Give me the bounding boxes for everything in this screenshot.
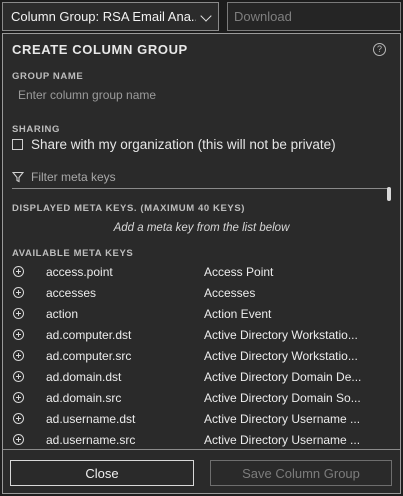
meta-key-row[interactable]: action Action Event <box>3 303 400 324</box>
meta-key: access.point <box>46 264 113 279</box>
meta-key-name: Active Directory Domain So... <box>204 390 361 405</box>
add-circle-icon[interactable] <box>13 371 24 382</box>
filter-icon <box>12 171 24 183</box>
add-circle-icon[interactable] <box>13 350 24 361</box>
filter-input[interactable] <box>31 170 371 184</box>
meta-key: ad.computer.dst <box>46 327 132 342</box>
create-column-group-dialog: CREATE COLUMN GROUP ? GROUP NAME SHARING… <box>2 33 401 494</box>
meta-key-row[interactable]: access.point Access Point <box>3 261 400 282</box>
meta-key-name: Active Directory Username ... <box>204 411 361 426</box>
meta-key-row[interactable]: ad.computer.src Active Directory Worksta… <box>3 345 400 366</box>
meta-key-row[interactable]: ad.domain.src Active Directory Domain So… <box>3 387 400 408</box>
meta-key-name: Active Directory Domain De... <box>204 369 362 384</box>
add-circle-icon[interactable] <box>13 287 24 298</box>
meta-key-row[interactable]: ad.domain.dst Active Directory Domain De… <box>3 366 400 387</box>
meta-key-name: Active Directory Workstatio... <box>204 327 358 342</box>
displayed-meta-keys-hint: Add a meta key from the list below <box>113 222 290 234</box>
meta-key-row[interactable]: ad.username.dst Active Directory Usernam… <box>3 408 400 429</box>
meta-key-name: Access Point <box>204 264 274 279</box>
meta-key-row[interactable]: ad.computer.dst Active Directory Worksta… <box>3 324 400 345</box>
meta-key: accesses <box>46 285 97 300</box>
save-column-group-button[interactable]: Save Column Group <box>210 460 392 486</box>
dialog-footer: Close Save Column Group <box>3 449 400 494</box>
meta-key: ad.username.src <box>46 432 136 447</box>
add-circle-icon[interactable] <box>13 308 24 319</box>
meta-key-name: Active Directory Username ... <box>204 432 361 447</box>
add-circle-icon[interactable] <box>13 392 24 403</box>
available-meta-keys-list: access.point Access Point accesses Acces… <box>3 261 400 447</box>
dialog-title: CREATE COLUMN GROUP <box>12 42 188 57</box>
add-circle-icon[interactable] <box>13 329 24 340</box>
download-placeholder: Download <box>234 9 292 24</box>
meta-key: ad.computer.src <box>46 348 132 363</box>
add-circle-icon[interactable] <box>13 413 24 424</box>
share-option[interactable]: Share with my organization (this will no… <box>12 137 336 152</box>
meta-key-name: Action Event <box>204 306 272 321</box>
close-button[interactable]: Close <box>10 460 194 486</box>
meta-key-row[interactable]: ad.username.src Active Directory Usernam… <box>3 429 400 447</box>
column-group-value: Column Group: RSA Email Ana... <box>11 9 196 24</box>
top-bar: Column Group: RSA Email Ana... Download <box>0 0 403 34</box>
download-field[interactable]: Download <box>227 2 401 31</box>
sharing-label: SHARING <box>12 124 61 135</box>
meta-key: ad.username.dst <box>46 411 136 426</box>
column-group-select[interactable]: Column Group: RSA Email Ana... <box>2 2 219 31</box>
meta-key: ad.domain.dst <box>46 369 122 384</box>
meta-key-name: Accesses <box>204 285 256 300</box>
meta-key-row[interactable]: accesses Accesses <box>3 282 400 303</box>
group-name-label: GROUP NAME <box>12 71 84 82</box>
available-meta-keys-label: AVAILABLE META KEYS <box>12 248 134 259</box>
meta-key: action <box>46 306 79 321</box>
share-checkbox[interactable] <box>12 139 23 150</box>
meta-key: ad.domain.src <box>46 390 122 405</box>
group-name-input[interactable] <box>12 83 387 107</box>
share-checkbox-label: Share with my organization (this will no… <box>31 137 336 152</box>
add-circle-icon[interactable] <box>13 434 24 445</box>
chevron-down-icon <box>200 10 212 22</box>
meta-key-name: Active Directory Workstatio... <box>204 348 358 363</box>
filter-field[interactable] <box>12 166 390 189</box>
scrollbar-thumb[interactable] <box>387 187 391 201</box>
displayed-meta-keys-label: DISPLAYED META KEYS. (MAXIMUM 40 KEYS) <box>12 203 246 214</box>
add-circle-icon[interactable] <box>13 266 24 277</box>
help-icon[interactable]: ? <box>373 43 386 56</box>
